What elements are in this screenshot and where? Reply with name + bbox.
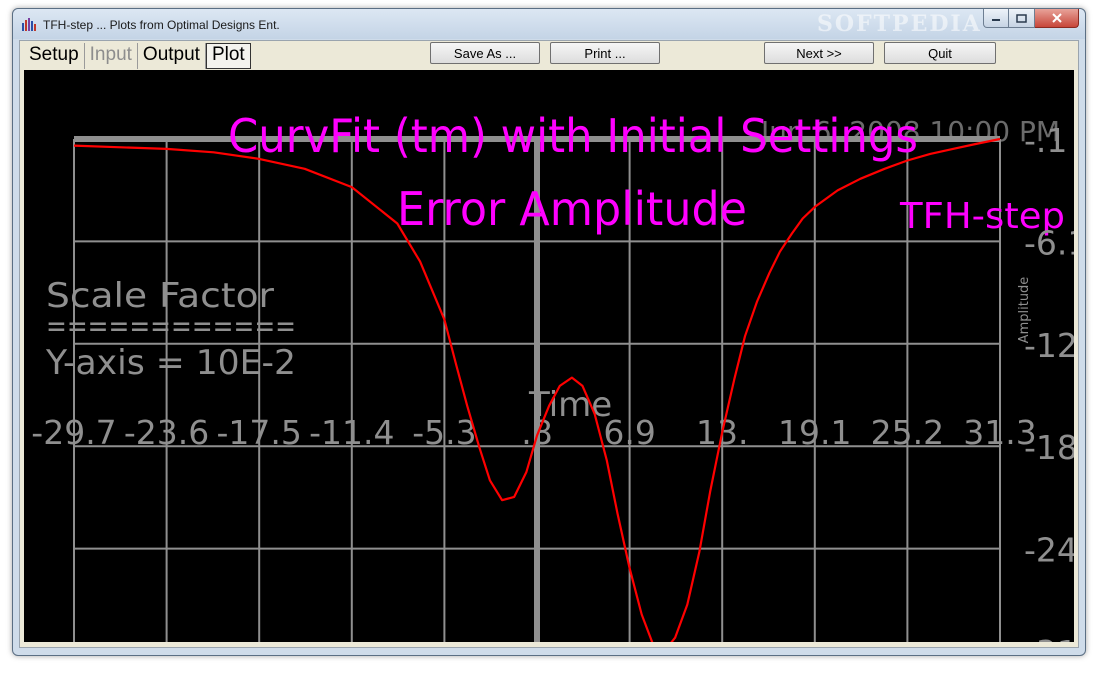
tab-setup[interactable]: Setup	[24, 43, 85, 69]
app-window: TFH-step ... Plots from Optimal Designs …	[12, 8, 1086, 656]
y-tick-label: -24	[1024, 531, 1074, 570]
client-area: Setup Input Output Plot Save As ... Prin…	[19, 40, 1079, 648]
x-tick-label: .8	[521, 413, 553, 452]
chart-svg: Jun 6, 2008 10:00 PM CurvFit (tm) with I…	[31, 109, 1074, 642]
print-button[interactable]: Print ...	[550, 42, 660, 64]
app-bar-chart-icon	[22, 18, 36, 31]
scale-factor-value: Y-axis = 10E-2	[45, 343, 296, 383]
y-tick-label: -6.1	[1024, 223, 1074, 262]
next-button[interactable]: Next >>	[764, 42, 874, 64]
x-tick-label: -5.3	[412, 413, 476, 452]
y-tick-label: -12	[1024, 326, 1074, 365]
plot-title: CurvFit (tm) with Initial Settings	[228, 109, 918, 163]
close-icon	[1051, 13, 1062, 23]
tab-bar: Setup Input Output Plot	[24, 43, 251, 69]
close-button[interactable]	[1035, 9, 1079, 28]
save-as-button[interactable]: Save As ...	[430, 42, 540, 64]
window-title: TFH-step ... Plots from Optimal Designs …	[43, 18, 280, 32]
minimize-icon	[992, 19, 1000, 21]
plot-area: Jun 6, 2008 10:00 PM CurvFit (tm) with I…	[24, 70, 1074, 642]
quit-button[interactable]: Quit	[884, 42, 996, 64]
tab-output[interactable]: Output	[138, 43, 206, 69]
softpedia-watermark: SOFTPEDIA	[817, 11, 982, 37]
plot-subtitle: Error Amplitude	[397, 182, 747, 236]
x-tick-label: 6.9	[603, 413, 655, 452]
x-tick-label: -29.7	[31, 413, 116, 452]
x-tick-label: -17.5	[217, 413, 302, 452]
x-tick-label: -11.4	[309, 413, 394, 452]
y-tick-label: -.1	[1024, 121, 1067, 160]
x-tick-label: 19.1	[778, 413, 851, 452]
tab-plot[interactable]: Plot	[205, 43, 251, 69]
maximize-icon	[1016, 13, 1027, 23]
scale-factor-rule: ============	[46, 309, 296, 344]
tab-input[interactable]: Input	[85, 43, 138, 69]
minimize-button[interactable]	[983, 9, 1009, 28]
y-tick-label: -18	[1024, 428, 1074, 467]
x-tick-label: 25.2	[871, 413, 944, 452]
y-tick-label: -31	[1024, 633, 1074, 642]
maximize-button[interactable]	[1009, 9, 1035, 28]
x-tick-label: -23.6	[124, 413, 209, 452]
title-bar[interactable]: TFH-step ... Plots from Optimal Designs …	[13, 9, 1085, 39]
